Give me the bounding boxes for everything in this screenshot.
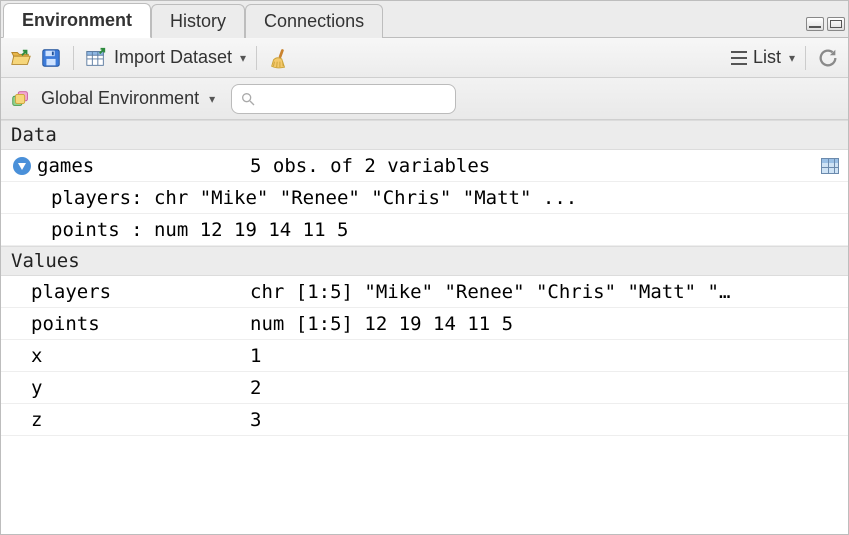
value-name: players bbox=[31, 281, 111, 303]
value-value: chr [1:5] "Mike" "Renee" "Chris" "Matt" … bbox=[246, 281, 848, 303]
section-header-values: Values bbox=[1, 246, 848, 276]
minimize-pane-button[interactable] bbox=[806, 17, 824, 31]
import-dataset-button[interactable]: Import Dataset bbox=[114, 47, 232, 68]
value-row[interactable]: y 2 bbox=[1, 372, 848, 404]
search-box[interactable] bbox=[231, 84, 456, 114]
section-header-data: Data bbox=[1, 120, 848, 150]
tab-strip: Environment History Connections bbox=[1, 1, 848, 38]
view-mode-button[interactable]: List bbox=[753, 47, 781, 68]
value-row[interactable]: x 1 bbox=[1, 340, 848, 372]
toolbar-scope: Global Environment ▾ bbox=[1, 78, 848, 120]
object-child-row: players: chr "Mike" "Renee" "Chris" "Mat… bbox=[1, 182, 848, 214]
environment-scope-icon bbox=[9, 87, 33, 111]
view-data-grid-icon[interactable] bbox=[821, 158, 839, 174]
environment-content: Data games 5 obs. of 2 variables players… bbox=[1, 120, 848, 534]
list-lines-icon bbox=[731, 51, 747, 65]
value-name: y bbox=[31, 377, 42, 399]
value-row[interactable]: players chr [1:5] "Mike" "Renee" "Chris"… bbox=[1, 276, 848, 308]
value-value: num [1:5] 12 19 14 11 5 bbox=[246, 313, 848, 335]
expand-toggle-icon[interactable] bbox=[13, 157, 31, 175]
object-child-label: points : num 12 19 14 11 5 bbox=[51, 219, 348, 241]
value-value: 1 bbox=[246, 345, 848, 367]
value-row[interactable]: z 3 bbox=[1, 404, 848, 436]
value-row[interactable]: points num [1:5] 12 19 14 11 5 bbox=[1, 308, 848, 340]
view-mode-caret-icon[interactable]: ▾ bbox=[789, 51, 795, 65]
import-grid-icon[interactable] bbox=[84, 46, 108, 70]
value-name: points bbox=[31, 313, 100, 335]
refresh-icon[interactable] bbox=[816, 46, 840, 70]
value-name: z bbox=[31, 409, 42, 431]
object-child-row: points : num 12 19 14 11 5 bbox=[1, 214, 848, 246]
search-input[interactable] bbox=[262, 89, 473, 109]
object-name: games bbox=[37, 155, 94, 177]
clear-broom-icon[interactable] bbox=[267, 46, 291, 70]
object-row-games[interactable]: games 5 obs. of 2 variables bbox=[1, 150, 848, 182]
object-child-label: players: chr "Mike" "Renee" "Chris" "Mat… bbox=[51, 187, 577, 209]
scope-selector[interactable]: Global Environment bbox=[41, 88, 199, 109]
environment-pane: Environment History Connections Import D… bbox=[0, 0, 849, 535]
save-icon[interactable] bbox=[39, 46, 63, 70]
maximize-pane-button[interactable] bbox=[827, 17, 845, 31]
open-folder-icon[interactable] bbox=[9, 46, 33, 70]
value-name: x bbox=[31, 345, 42, 367]
toolbar-main: Import Dataset ▾ List ▾ bbox=[1, 38, 848, 78]
value-value: 3 bbox=[246, 409, 848, 431]
scope-caret-icon[interactable]: ▾ bbox=[209, 92, 215, 106]
search-icon bbox=[240, 91, 256, 107]
tab-environment[interactable]: Environment bbox=[3, 3, 151, 38]
tab-connections[interactable]: Connections bbox=[245, 4, 383, 38]
tab-history[interactable]: History bbox=[151, 4, 245, 38]
object-summary: 5 obs. of 2 variables bbox=[246, 155, 812, 177]
value-value: 2 bbox=[246, 377, 848, 399]
import-dataset-caret-icon[interactable]: ▾ bbox=[240, 51, 246, 65]
